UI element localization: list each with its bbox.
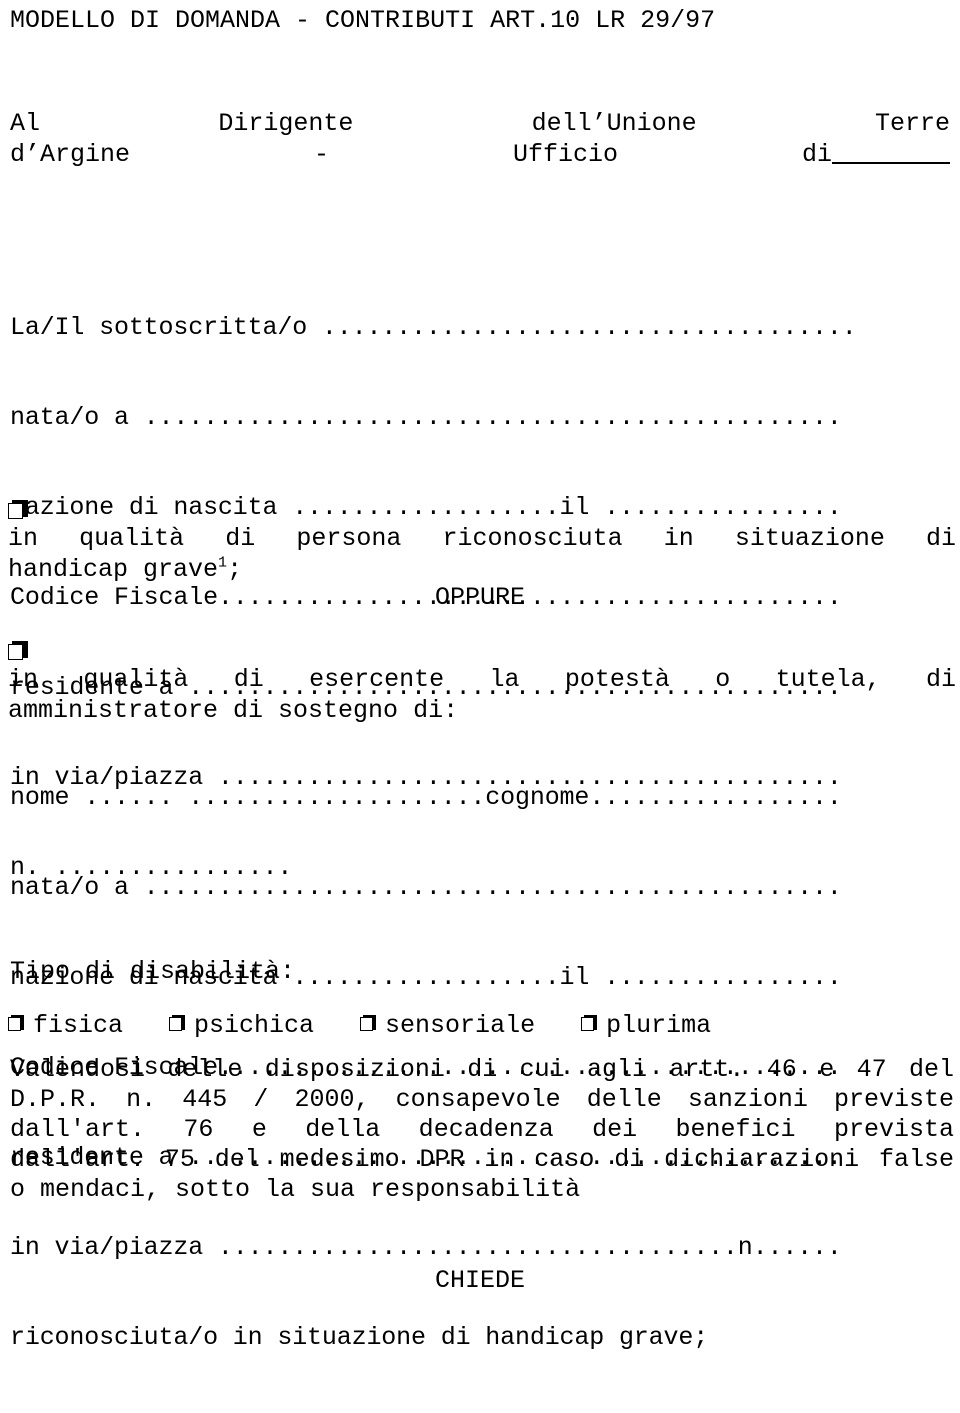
legal-line-2: D.P.R. n. 445 / 2000, consapevole delle …	[10, 1085, 954, 1114]
legal-line-3: dall'art. 76 e della decadenza dei benef…	[10, 1115, 954, 1144]
field-line-ben-via-piazza[interactable]: in via/piazza ..........................…	[10, 1233, 955, 1263]
checkbox-box[interactable]	[8, 1017, 21, 1031]
checkbox-icon[interactable]	[8, 1015, 24, 1032]
option-b-line-2: amministratore di sostegno di:	[8, 696, 459, 725]
checkbox-box[interactable]	[8, 644, 23, 660]
field-line-ben-riconosciuta: riconosciuta/o in situazione di handicap…	[10, 1323, 709, 1352]
addressee-line-2-text: d’Argine - Ufficio di	[10, 140, 832, 169]
separator-oppure: OPPURE	[434, 583, 525, 612]
disability-option-plurima[interactable]: plurima	[581, 1011, 711, 1041]
addressee-block: Al Dirigente dell’Unione Terre d’Argine …	[10, 108, 950, 170]
checkbox-icon[interactable]	[169, 1015, 186, 1032]
checkbox-box[interactable]	[169, 1017, 183, 1031]
document-page: MODELLO DI DOMANDA - CONTRIBUTI ART.10 L…	[0, 0, 960, 1352]
checkbox-icon[interactable]	[8, 500, 28, 520]
legal-declaration-paragraph: Valendosi delle disposizioni di cui agli…	[10, 1055, 954, 1205]
disability-option-label: psichica	[194, 1011, 315, 1040]
disability-option-psichica[interactable]: psichica	[169, 1011, 314, 1041]
option-b-checkbox-wrap[interactable]	[8, 639, 34, 665]
disability-option-label: sensoriale	[385, 1011, 536, 1040]
option-a-line-2: handicap grave1;	[8, 554, 956, 585]
option-b-line-1: in qualità di esercente la potestà o tut…	[8, 665, 956, 694]
addressee-line-1: Al Dirigente dell’Unione Terre	[10, 109, 950, 138]
checkbox-icon[interactable]	[581, 1015, 598, 1032]
field-line-nata-a[interactable]: nata/o a ...............................…	[10, 403, 955, 433]
legal-line-1: Valendosi delle disposizioni di cui agli…	[10, 1055, 954, 1084]
addressee-line-2: d’Argine - Ufficio di	[10, 139, 950, 170]
field-line-nome-cognome[interactable]: nome ...... ....................cognome.…	[10, 783, 955, 813]
footnote-marker: 1	[218, 554, 228, 572]
disability-option-label: plurima	[606, 1011, 712, 1040]
request-heading: CHIEDE	[434, 1266, 525, 1295]
disability-option-fisica[interactable]: fisica	[8, 1011, 123, 1041]
checkbox-box[interactable]	[8, 503, 23, 519]
option-b-row[interactable]: in qualità di esercente la potestà o tut…	[8, 633, 956, 726]
checkbox-box[interactable]	[581, 1017, 595, 1031]
option-a-line-1: in qualità di persona riconosciuta in si…	[8, 524, 956, 553]
option-a-text: in qualità di persona riconosciuta in si…	[8, 523, 956, 585]
disability-heading: Tipo di disabilità:	[10, 957, 296, 986]
checkbox-box[interactable]	[360, 1017, 374, 1031]
checkbox-icon[interactable]	[8, 641, 28, 661]
option-a-row[interactable]: in qualità di persona riconosciuta in si…	[8, 492, 956, 585]
checkbox-icon[interactable]	[360, 1015, 377, 1032]
disability-option-label: fisica	[33, 1011, 124, 1040]
option-a-line-2-text: handicap grave	[8, 555, 219, 584]
option-a-checkbox-wrap[interactable]	[8, 498, 34, 524]
page-title: MODELLO DI DOMANDA - CONTRIBUTI ART.10 L…	[10, 6, 716, 35]
office-blank-field[interactable]	[832, 162, 950, 164]
disability-type-row: fisica psichica sensoriale plurima	[8, 1011, 711, 1041]
legal-line-5: o mendaci, sotto la sua responsabilità	[10, 1175, 581, 1204]
option-b-text: in qualità di esercente la potestà o tut…	[8, 664, 956, 726]
field-line-ben-nata-a[interactable]: nata/o a ...............................…	[10, 873, 955, 903]
option-a-line-2-suffix: ;	[227, 555, 243, 584]
disability-option-sensoriale[interactable]: sensoriale	[360, 1011, 535, 1041]
legal-line-4: dall'art. 75 del medesimo DPR in caso di…	[10, 1145, 954, 1174]
field-line-sottoscritta[interactable]: La/Il sottoscritta/o ...................…	[10, 313, 955, 343]
